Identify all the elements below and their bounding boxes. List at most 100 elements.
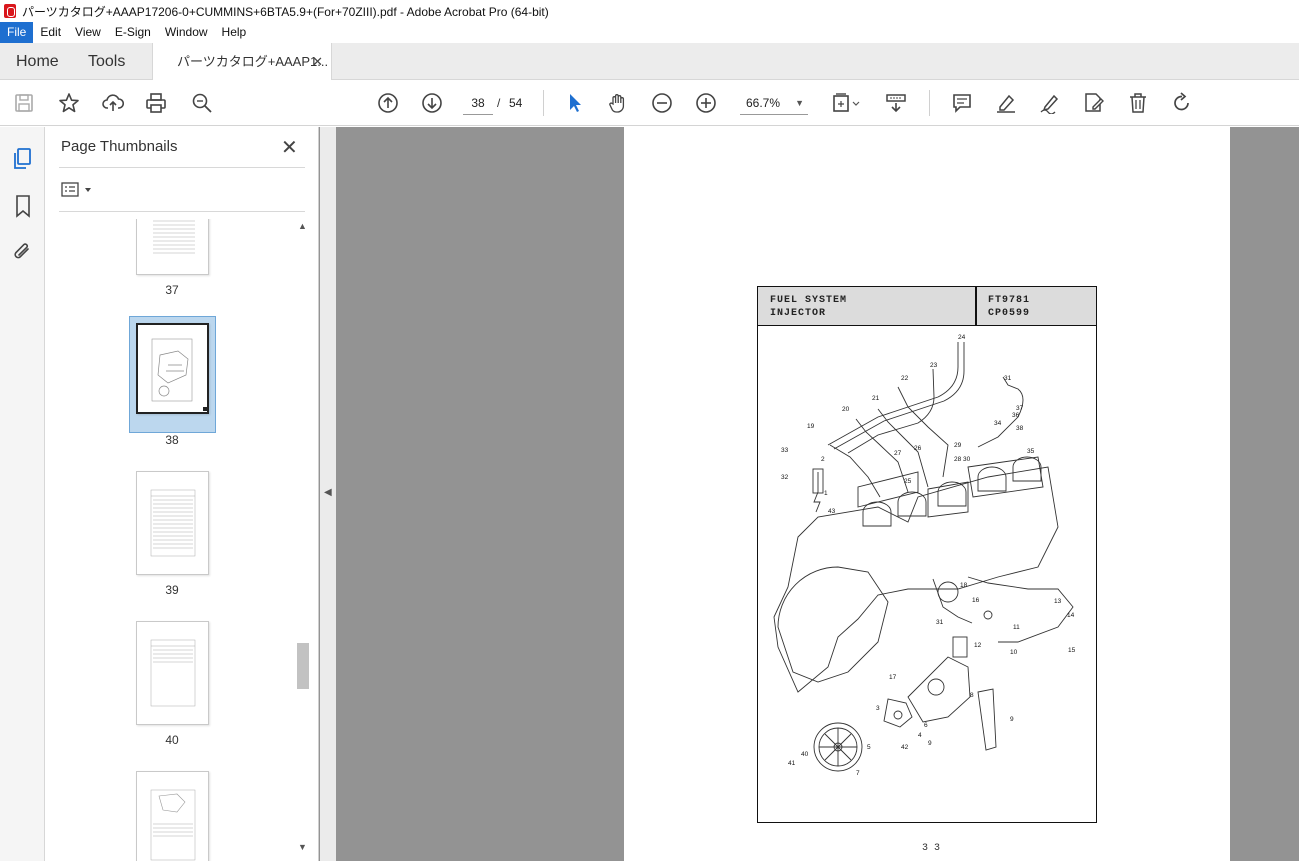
callout-43: 43 bbox=[828, 508, 836, 515]
callout-11: 11 bbox=[1013, 624, 1020, 631]
zoom-level-value: 66.7% bbox=[746, 96, 781, 110]
thumbnail-label: 39 bbox=[165, 583, 179, 597]
menu-edit[interactable]: Edit bbox=[33, 22, 68, 43]
page-thumbnails-panel: Page Thumbnails ✕ 37 38 39 40 ▲ ▼ bbox=[45, 127, 319, 861]
callout-2: 2 bbox=[821, 456, 825, 463]
thumbnail-label: 40 bbox=[165, 733, 179, 747]
thumbnail-page-37[interactable] bbox=[136, 219, 209, 275]
callout-16: 16 bbox=[972, 597, 980, 604]
callout-23: 23 bbox=[930, 362, 938, 369]
scroll-down-arrow-icon[interactable]: ▼ bbox=[298, 842, 307, 852]
callout-25: 25 bbox=[904, 478, 912, 485]
subsection-title: INJECTOR bbox=[770, 308, 827, 319]
tab-home[interactable]: Home bbox=[16, 43, 59, 80]
thumbnail-page-41[interactable] bbox=[136, 771, 209, 861]
delete-trash-icon[interactable] bbox=[1126, 91, 1150, 115]
callout-35: 35 bbox=[1027, 448, 1035, 455]
print-icon[interactable] bbox=[144, 91, 168, 115]
save-icon[interactable] bbox=[12, 91, 36, 115]
thumbnail-page-38[interactable] bbox=[136, 323, 209, 414]
panel-collapse-handle[interactable]: ◀ bbox=[320, 127, 336, 861]
fill-sign-icon[interactable] bbox=[1082, 91, 1106, 115]
page-number-input[interactable]: 38 bbox=[463, 91, 493, 115]
toolbar-divider bbox=[543, 90, 544, 116]
scroll-mode-icon[interactable] bbox=[884, 91, 908, 115]
page-thumbnails-icon[interactable] bbox=[11, 147, 35, 171]
thumbnail-page-40[interactable] bbox=[136, 621, 209, 725]
zoom-level-select[interactable]: 66.7% ▼ bbox=[740, 91, 808, 115]
menu-file[interactable]: File bbox=[0, 22, 34, 43]
hand-tool-icon[interactable] bbox=[606, 91, 630, 115]
callout-27: 27 bbox=[894, 450, 902, 457]
scroll-up-arrow-icon[interactable]: ▲ bbox=[298, 221, 307, 231]
menu-esign[interactable]: E-Sign bbox=[108, 22, 158, 43]
menu-bar: File Edit View E-Sign Window Help bbox=[0, 22, 1299, 43]
bookmarks-icon[interactable] bbox=[11, 194, 35, 218]
highlight-pen-icon[interactable] bbox=[994, 91, 1018, 115]
tab-document[interactable]: パーツカタログ+AAAP1... ✕ bbox=[152, 43, 332, 81]
callout-21: 21 bbox=[872, 395, 880, 402]
collapse-left-arrow-icon[interactable]: ◀ bbox=[324, 487, 332, 498]
figure-code: FT9781 bbox=[988, 295, 1031, 306]
callout-8: 8 bbox=[970, 692, 974, 699]
callout-29: 29 bbox=[954, 442, 962, 449]
close-tab-icon[interactable]: ✕ bbox=[312, 43, 323, 80]
callout-28: 28 bbox=[954, 456, 962, 463]
thumbnail-scrollbar[interactable]: ▲ ▼ bbox=[295, 219, 311, 859]
zoom-in-icon[interactable] bbox=[694, 91, 718, 115]
tab-bar: Home Tools パーツカタログ+AAAP1... ✕ bbox=[0, 43, 1299, 81]
callout-36: 36 bbox=[1012, 412, 1020, 419]
panel-divider bbox=[59, 167, 305, 168]
callout-26: 26 bbox=[914, 445, 922, 452]
callout-15: 15 bbox=[1068, 647, 1076, 654]
bookmark-star-icon[interactable] bbox=[57, 91, 81, 115]
tab-document-label: パーツカタログ+AAAP1... bbox=[177, 54, 329, 69]
window-title: パーツカタログ+AAAP17206-0+CUMMINS+6BTA5.9+(For… bbox=[22, 4, 549, 19]
callout-6: 6 bbox=[924, 722, 928, 729]
page-fit-icon[interactable] bbox=[830, 91, 864, 115]
printed-page-number: 3 3 bbox=[922, 843, 941, 854]
page-separator: / bbox=[497, 96, 501, 110]
panel-divider bbox=[59, 211, 305, 212]
callout-34: 34 bbox=[994, 420, 1002, 427]
title-block-divider bbox=[975, 286, 977, 326]
callout-19: 19 bbox=[807, 423, 815, 430]
callout-37: 37 bbox=[1016, 405, 1024, 412]
upload-cloud-icon[interactable] bbox=[101, 91, 125, 115]
comment-icon[interactable] bbox=[950, 91, 974, 115]
callout-13: 13 bbox=[1054, 598, 1062, 605]
close-panel-icon[interactable]: ✕ bbox=[281, 135, 298, 160]
fuel-injector-exploded-diagram: 24 23 31 22 21 37 36 20 19 34 38 26 33 2… bbox=[773, 334, 1076, 777]
menu-help[interactable]: Help bbox=[215, 22, 254, 43]
callout-38: 38 bbox=[1016, 425, 1024, 432]
scrollbar-thumb[interactable] bbox=[297, 643, 309, 689]
callout-5: 5 bbox=[867, 744, 871, 751]
next-page-icon[interactable] bbox=[420, 91, 444, 115]
pdf-page: FUEL SYSTEM INJECTOR FT9781 CP0599 24 23… bbox=[624, 127, 1230, 861]
callout-20: 20 bbox=[842, 406, 850, 413]
menu-view[interactable]: View bbox=[68, 22, 108, 43]
zoom-out-icon[interactable] bbox=[650, 91, 674, 115]
thumbnail-label: 37 bbox=[165, 283, 179, 297]
callout-18: 18 bbox=[960, 582, 968, 589]
thumbnail-list: 37 38 39 40 bbox=[45, 219, 295, 861]
callout-9: 9 bbox=[928, 740, 932, 747]
menu-window[interactable]: Window bbox=[158, 22, 215, 43]
previous-page-icon[interactable] bbox=[376, 91, 400, 115]
callout-1: 1 bbox=[824, 490, 828, 497]
left-icon-rail bbox=[0, 127, 45, 861]
zoom-search-icon[interactable] bbox=[190, 91, 214, 115]
callout-9: 9 bbox=[1010, 716, 1014, 723]
section-title: FUEL SYSTEM bbox=[770, 295, 848, 306]
title-bar: パーツカタログ+AAAP17206-0+CUMMINS+6BTA5.9+(For… bbox=[0, 0, 1299, 22]
rotate-icon[interactable] bbox=[1170, 91, 1194, 115]
callout-24: 24 bbox=[958, 334, 966, 341]
tab-tools[interactable]: Tools bbox=[88, 43, 125, 80]
draw-signature-icon[interactable] bbox=[1038, 91, 1062, 115]
chevron-down-icon: ▼ bbox=[795, 98, 804, 108]
select-cursor-icon[interactable] bbox=[563, 91, 587, 115]
callout-33: 33 bbox=[781, 447, 789, 454]
thumbnail-options-menu[interactable] bbox=[61, 181, 97, 199]
attachments-paperclip-icon[interactable] bbox=[11, 240, 35, 264]
thumbnail-page-39[interactable] bbox=[136, 471, 209, 575]
